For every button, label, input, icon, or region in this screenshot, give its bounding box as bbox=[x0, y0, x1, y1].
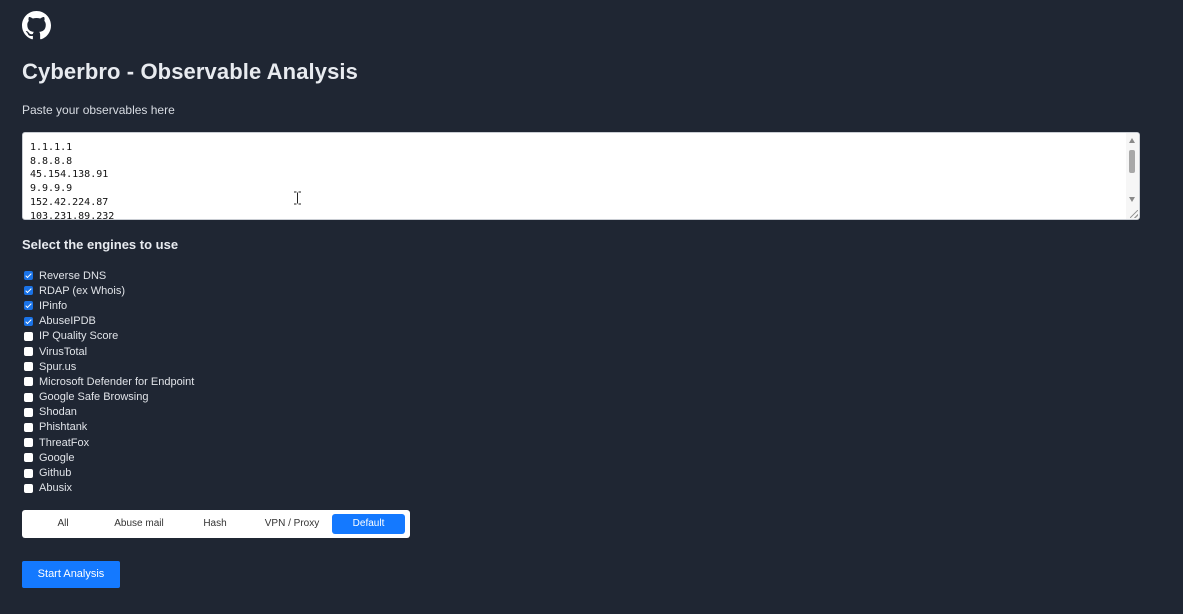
github-link[interactable] bbox=[22, 11, 51, 40]
engine-checkbox[interactable] bbox=[24, 301, 33, 311]
engine-label: Google Safe Browsing bbox=[39, 391, 149, 404]
engine-checkbox[interactable] bbox=[24, 347, 33, 357]
preset-button[interactable]: All bbox=[32, 514, 94, 534]
preset-button[interactable]: Default bbox=[332, 514, 405, 534]
engine-item[interactable]: Github bbox=[24, 465, 194, 480]
engine-label: IP Quality Score bbox=[39, 330, 119, 343]
engine-item[interactable]: Shodan bbox=[24, 405, 194, 420]
observables-input[interactable] bbox=[23, 133, 1127, 219]
preset-button[interactable]: Hash bbox=[182, 514, 248, 534]
text-cursor-icon bbox=[293, 191, 302, 205]
engine-checkbox[interactable] bbox=[24, 453, 33, 463]
start-analysis-button[interactable]: Start Analysis bbox=[22, 561, 120, 588]
engine-label: RDAP (ex Whois) bbox=[39, 284, 125, 297]
engines-heading: Select the engines to use bbox=[22, 237, 179, 252]
engine-item[interactable]: Phishtank bbox=[24, 420, 194, 435]
resize-grip-icon[interactable] bbox=[1130, 210, 1138, 218]
engine-label: Abusix bbox=[39, 482, 73, 495]
engine-item[interactable]: VirusTotal bbox=[24, 344, 194, 359]
engine-checkbox[interactable] bbox=[24, 422, 33, 432]
preset-selector: All Abuse mail Hash VPN / Proxy Default bbox=[22, 510, 410, 538]
engine-label: Phishtank bbox=[39, 421, 88, 434]
engine-label: Google bbox=[39, 451, 75, 464]
engine-label: ThreatFox bbox=[39, 436, 90, 449]
engine-item[interactable]: Microsoft Defender for Endpoint bbox=[24, 374, 194, 389]
engine-item[interactable]: Abusix bbox=[24, 481, 194, 496]
engine-checkbox[interactable] bbox=[24, 483, 33, 493]
engine-label: IPinfo bbox=[39, 299, 68, 312]
engine-item[interactable]: IP Quality Score bbox=[24, 329, 194, 344]
engine-checkbox[interactable] bbox=[24, 468, 33, 478]
engine-item[interactable]: IPinfo bbox=[24, 298, 194, 313]
engine-item[interactable]: Spur.us bbox=[24, 359, 194, 374]
engine-item[interactable]: AbuseIPDB bbox=[24, 314, 194, 329]
engine-label: VirusTotal bbox=[39, 345, 88, 358]
github-icon bbox=[22, 11, 51, 40]
engine-checkbox[interactable] bbox=[24, 331, 33, 341]
engine-item[interactable]: Reverse DNS bbox=[24, 268, 194, 283]
engine-item[interactable]: Google bbox=[24, 450, 194, 465]
scroll-down-arrow-icon[interactable] bbox=[1129, 197, 1135, 202]
engine-label: Microsoft Defender for Endpoint bbox=[39, 375, 195, 388]
observables-label: Paste your observables here bbox=[22, 103, 175, 117]
engine-label: Shodan bbox=[39, 406, 77, 419]
engine-list: Reverse DNS RDAP (ex Whois) IPinfo AbuseIPD… bbox=[24, 268, 194, 496]
engine-item[interactable]: RDAP (ex Whois) bbox=[24, 283, 194, 298]
engine-checkbox[interactable] bbox=[24, 392, 33, 402]
engine-checkbox[interactable] bbox=[24, 438, 33, 448]
preset-button[interactable]: Abuse mail bbox=[104, 514, 174, 534]
engine-checkbox[interactable] bbox=[24, 316, 33, 326]
observables-input-wrapper bbox=[22, 132, 1140, 220]
engine-label: Spur.us bbox=[39, 360, 77, 373]
engine-checkbox[interactable] bbox=[24, 407, 33, 417]
engine-checkbox[interactable] bbox=[24, 286, 33, 296]
scroll-thumb[interactable] bbox=[1129, 150, 1135, 173]
engine-label: Github bbox=[39, 467, 72, 480]
engine-label: AbuseIPDB bbox=[39, 315, 96, 328]
engine-item[interactable]: ThreatFox bbox=[24, 435, 194, 450]
textarea-scrollbar[interactable] bbox=[1126, 133, 1139, 219]
engine-checkbox[interactable] bbox=[24, 362, 33, 372]
engine-checkbox[interactable] bbox=[24, 377, 33, 387]
engine-item[interactable]: Google Safe Browsing bbox=[24, 390, 194, 405]
page-title: Cyberbro - Observable Analysis bbox=[22, 59, 358, 84]
preset-button[interactable]: VPN / Proxy bbox=[256, 514, 328, 534]
engine-label: Reverse DNS bbox=[39, 269, 107, 282]
engine-checkbox[interactable] bbox=[24, 271, 33, 281]
scroll-up-arrow-icon[interactable] bbox=[1129, 138, 1135, 143]
